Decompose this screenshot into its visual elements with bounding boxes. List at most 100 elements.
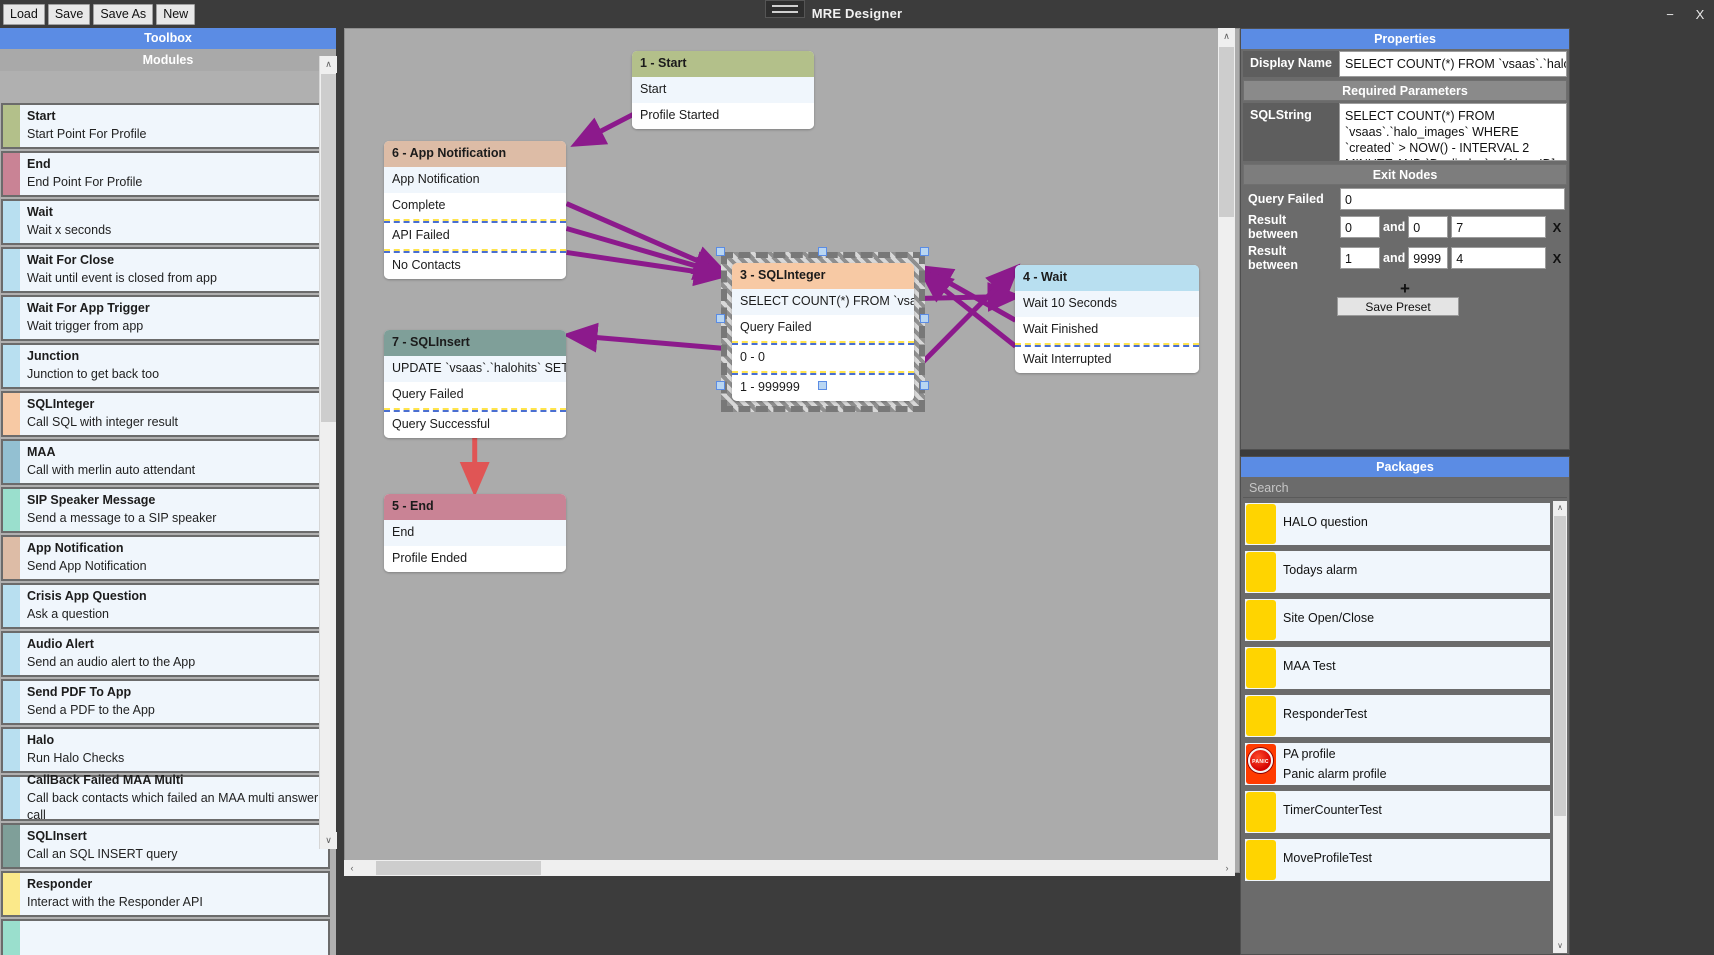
exit-node-target-input[interactable]: 7 xyxy=(1451,216,1546,238)
package-text: Site Open/Close xyxy=(1277,599,1550,641)
module-item[interactable]: SIP Speaker Message Send a message to a S… xyxy=(1,487,330,533)
node-subtitle: Wait 10 Seconds xyxy=(1015,291,1199,317)
module-item[interactable]: Wait For App Trigger Wait trigger from ap… xyxy=(1,295,330,341)
save-button[interactable]: Save xyxy=(47,3,91,25)
module-item[interactable]: App Notification Send App Notification xyxy=(1,535,330,581)
node-header: 6 - App Notification xyxy=(384,141,566,167)
scroll-up-icon[interactable]: ∧ xyxy=(320,56,337,73)
packages-search-input[interactable]: Search xyxy=(1243,479,1567,498)
resize-handle[interactable] xyxy=(716,247,725,256)
module-item[interactable]: Send PDF To App Send a PDF to the App xyxy=(1,679,330,725)
canvas-scroll-right-icon[interactable]: › xyxy=(1219,860,1235,876)
module-color-swatch xyxy=(3,633,20,675)
package-name: Site Open/Close xyxy=(1283,611,1375,625)
package-item[interactable]: HALO question xyxy=(1243,501,1552,547)
packages-scroll-thumb[interactable] xyxy=(1554,516,1566,816)
node-exit[interactable]: Profile Ended xyxy=(384,546,566,572)
resize-handle[interactable] xyxy=(716,314,725,323)
canvas-vscroll-thumb[interactable] xyxy=(1219,47,1234,217)
flow-node[interactable]: 5 - End End Profile Ended xyxy=(384,494,566,572)
packages-scroll-up-icon[interactable]: ∧ xyxy=(1553,501,1567,515)
canvas-scroll-up-icon[interactable]: ∧ xyxy=(1218,28,1235,45)
package-item[interactable]: TimerCounterTest xyxy=(1243,789,1552,835)
resize-handle[interactable] xyxy=(920,381,929,390)
save-as-button[interactable]: Save As xyxy=(93,3,154,25)
exit-range-from-input[interactable]: 0 xyxy=(1340,216,1380,238)
exit-range-to-input[interactable]: 9999 xyxy=(1408,247,1449,269)
remove-exit-icon[interactable]: X xyxy=(1549,251,1565,266)
resize-handle[interactable] xyxy=(920,247,929,256)
packages-scroll-down-icon[interactable]: ∨ xyxy=(1553,939,1567,953)
node-header: 5 - End xyxy=(384,494,566,520)
display-name-input[interactable]: SELECT COUNT(*) FROM `vsaas`.`halo_image… xyxy=(1339,51,1567,77)
module-item[interactable]: End End Point For Profile xyxy=(1,151,330,197)
toolbox-scrollbar[interactable]: ∧ ∨ xyxy=(319,56,337,849)
minimize-button[interactable]: − xyxy=(1662,7,1678,22)
scroll-down-icon[interactable]: ∨ xyxy=(320,832,337,849)
module-item[interactable]: SQLInteger Call SQL with integer result xyxy=(1,391,330,437)
save-preset-button[interactable]: Save Preset xyxy=(1337,297,1459,316)
module-item[interactable]: MAA Call with merlin auto attendant xyxy=(1,439,330,485)
module-desc: Send App Notification xyxy=(27,559,147,573)
module-item[interactable]: Responder Interact with the Responder API xyxy=(1,871,330,917)
close-button[interactable]: X xyxy=(1692,7,1708,22)
node-exit[interactable]: Query Failed xyxy=(732,315,914,341)
node-subtitle: End xyxy=(384,520,566,546)
new-button[interactable]: New xyxy=(156,3,196,25)
window-title: MRE Designer xyxy=(811,6,903,21)
node-exit[interactable]: Wait Interrupted xyxy=(1015,347,1199,373)
load-button[interactable]: Load xyxy=(3,3,45,25)
module-item[interactable]: CallBack Failed MAA Multi Call back conta… xyxy=(1,773,330,822)
exit-node-target-input[interactable]: 0 xyxy=(1340,188,1565,210)
resize-handle[interactable] xyxy=(818,247,827,256)
node-exit[interactable]: Query Successful xyxy=(384,412,566,438)
design-canvas[interactable]: 1 - Start Start Profile Started 6 - App Not… xyxy=(344,28,1240,873)
package-item[interactable]: MAA Test xyxy=(1243,645,1552,691)
sqlstring-input[interactable]: SELECT COUNT(*) FROM `vsaas`.`halo_image… xyxy=(1339,103,1567,161)
flow-node[interactable]: 1 - Start Start Profile Started xyxy=(632,51,814,129)
package-item[interactable]: Site Open/Close xyxy=(1243,597,1552,643)
scrollbar-thumb[interactable] xyxy=(321,74,336,422)
node-exit[interactable]: Profile Started xyxy=(632,103,814,129)
package-item[interactable]: ResponderTest xyxy=(1243,693,1552,739)
node-exit[interactable]: No Contacts xyxy=(384,253,566,279)
remove-exit-icon[interactable]: X xyxy=(1549,220,1565,235)
node-exit[interactable]: Complete xyxy=(384,193,566,219)
resize-handle[interactable] xyxy=(818,381,827,390)
module-desc: Run Halo Checks xyxy=(27,751,125,765)
module-item[interactable]: Start Start Point For Profile xyxy=(1,103,330,149)
module-item[interactable]: Junction Junction to get back too xyxy=(1,343,330,389)
module-text: Audio Alert Send an audio alert to the Ap… xyxy=(20,633,328,675)
module-text: App Notification Send App Notification xyxy=(20,537,328,579)
resize-handle[interactable] xyxy=(920,314,929,323)
canvas-vertical-scrollbar[interactable]: ∧ ∨ xyxy=(1218,28,1235,873)
module-item[interactable]: Wait For Close Wait until event is closed… xyxy=(1,247,330,293)
canvas-hscroll-thumb[interactable] xyxy=(376,861,541,875)
module-item[interactable]: Audio Alert Send an audio alert to the Ap… xyxy=(1,631,330,677)
flow-node[interactable]: 7 - SQLInsert UPDATE `vsaas`.`halohits` S… xyxy=(384,330,566,438)
module-name: SQLInteger xyxy=(27,397,95,411)
flow-node[interactable]: 6 - App Notification App Notification Comp… xyxy=(384,141,566,279)
canvas-horizontal-scrollbar[interactable]: ‹ › xyxy=(344,860,1235,876)
flow-node[interactable]: 4 - Wait Wait 10 Seconds Wait Finished Wait… xyxy=(1015,265,1199,373)
module-item[interactable] xyxy=(1,919,330,955)
resize-handle[interactable] xyxy=(716,381,725,390)
module-item[interactable]: Wait Wait x seconds xyxy=(1,199,330,245)
exit-range-to-input[interactable]: 0 xyxy=(1408,216,1449,238)
module-item[interactable]: Crisis App Question Ask a question xyxy=(1,583,330,629)
canvas-scroll-left-icon[interactable]: ‹ xyxy=(344,860,360,876)
add-exit-node-button[interactable]: + xyxy=(1241,279,1569,299)
node-exit[interactable]: 0 - 0 xyxy=(732,345,914,371)
node-exit[interactable]: Wait Finished xyxy=(1015,317,1199,343)
module-item[interactable]: Halo Run Halo Checks xyxy=(1,727,330,773)
module-item[interactable]: SQLInsert Call an SQL INSERT query xyxy=(1,823,330,869)
package-item[interactable]: Todays alarm xyxy=(1243,549,1552,595)
packages-scrollbar[interactable]: ∧ ∨ xyxy=(1553,501,1567,953)
exit-range-from-input[interactable]: 1 xyxy=(1340,247,1380,269)
package-item[interactable]: MoveProfileTest xyxy=(1243,837,1552,883)
node-exit[interactable]: Query Failed xyxy=(384,382,566,408)
exit-node-target-input[interactable]: 4 xyxy=(1451,247,1546,269)
node-exit[interactable]: API Failed xyxy=(384,223,566,249)
canvas-surface[interactable]: 1 - Start Start Profile Started 6 - App Not… xyxy=(345,29,1239,872)
package-item[interactable]: PANIC PA profile Panic alarm profile xyxy=(1243,741,1552,787)
